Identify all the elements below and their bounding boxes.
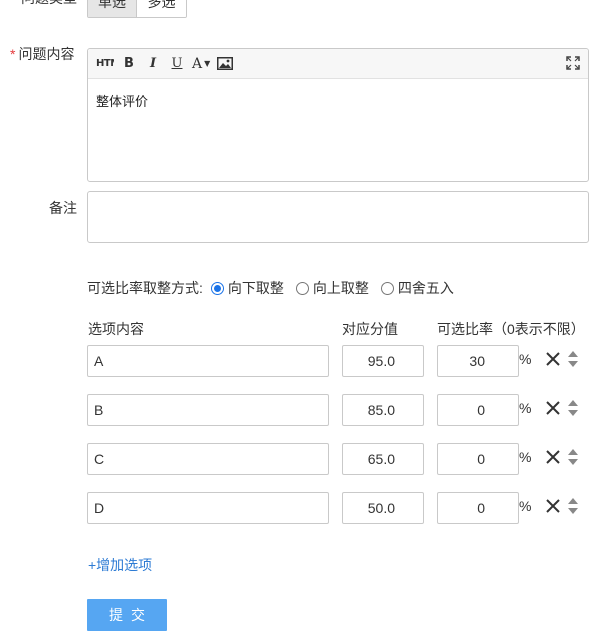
option-text-input[interactable]: A	[87, 345, 329, 377]
option-score-input[interactable]: 50.0	[342, 492, 424, 524]
editor-content[interactable]: 整体评价	[88, 79, 588, 122]
option-score-input[interactable]: 85.0	[342, 394, 424, 426]
font-color-label: A	[192, 55, 203, 72]
remark-textarea[interactable]	[87, 191, 589, 243]
delete-icon[interactable]	[546, 352, 560, 366]
round-up-radio[interactable]	[295, 281, 309, 295]
delete-icon[interactable]	[546, 401, 560, 415]
sort-icon[interactable]	[568, 449, 578, 465]
rounding-row: 可选比率取整方式: 向下取整 向上取整 四舍五入	[87, 278, 466, 298]
score-header: 对应分值	[342, 321, 398, 337]
percent-sign: %	[519, 351, 532, 367]
round-half-option[interactable]: 四舍五入	[380, 278, 454, 298]
option-score-input[interactable]: 95.0	[342, 345, 424, 377]
rich-text-editor: HTML B I U A▼ 整体评价	[87, 48, 589, 182]
round-down-option[interactable]: 向下取整	[210, 278, 284, 298]
required-mark: *	[10, 46, 16, 62]
sort-icon[interactable]	[568, 400, 578, 416]
question-content-label-text: 问题内容	[18, 46, 75, 62]
submit-button[interactable]: 提交	[87, 599, 167, 631]
underline-button[interactable]: U	[168, 53, 186, 75]
sort-icon[interactable]	[568, 351, 578, 367]
option-text-input[interactable]: B	[87, 394, 329, 426]
percent-sign: %	[519, 498, 532, 514]
delete-icon[interactable]	[546, 450, 560, 464]
delete-icon[interactable]	[546, 499, 560, 513]
option-text-input[interactable]: C	[87, 443, 329, 475]
multiple-choice-button[interactable]: 多选	[137, 0, 186, 17]
percent-sign: %	[519, 400, 532, 416]
round-half-radio[interactable]	[380, 281, 394, 295]
question-type-toggle: 单选 多选	[87, 0, 187, 18]
add-option-link[interactable]: +增加选项	[88, 555, 152, 575]
option-text-input[interactable]: D	[87, 492, 329, 524]
option-rate-input[interactable]: 30	[437, 345, 519, 377]
round-down-radio[interactable]	[210, 281, 224, 295]
rounding-label: 可选比率取整方式:	[87, 280, 203, 296]
round-down-label: 向下取整	[227, 280, 284, 296]
round-up-label: 向上取整	[312, 280, 369, 296]
bold-button[interactable]: B	[120, 53, 138, 75]
option-rate-input[interactable]: 0	[437, 492, 519, 524]
fullscreen-icon[interactable]	[566, 56, 580, 70]
caret-down-icon: ▼	[204, 59, 211, 68]
percent-sign: %	[519, 449, 532, 465]
round-up-option[interactable]: 向上取整	[295, 278, 369, 298]
sort-icon[interactable]	[568, 498, 578, 514]
round-half-label: 四舍五入	[397, 280, 454, 296]
image-icon[interactable]	[216, 53, 234, 75]
editor-toolbar: HTML B I U A▼	[88, 49, 588, 79]
option-rate-input[interactable]: 0	[437, 443, 519, 475]
option-score-input[interactable]: 65.0	[342, 443, 424, 475]
italic-button[interactable]: I	[144, 53, 162, 75]
question-type-label: 问题类型	[21, 0, 77, 8]
option-content-header: 选项内容	[88, 321, 144, 337]
single-choice-button[interactable]: 单选	[88, 0, 137, 17]
option-rate-input[interactable]: 0	[437, 394, 519, 426]
remark-label: 备注	[49, 200, 77, 216]
question-content-label: * 问题内容	[10, 44, 74, 64]
rate-header: 可选比率（0表示不限）	[437, 321, 585, 337]
html-source-button[interactable]: HTML	[96, 53, 114, 75]
font-color-button[interactable]: A ▼	[192, 53, 210, 75]
